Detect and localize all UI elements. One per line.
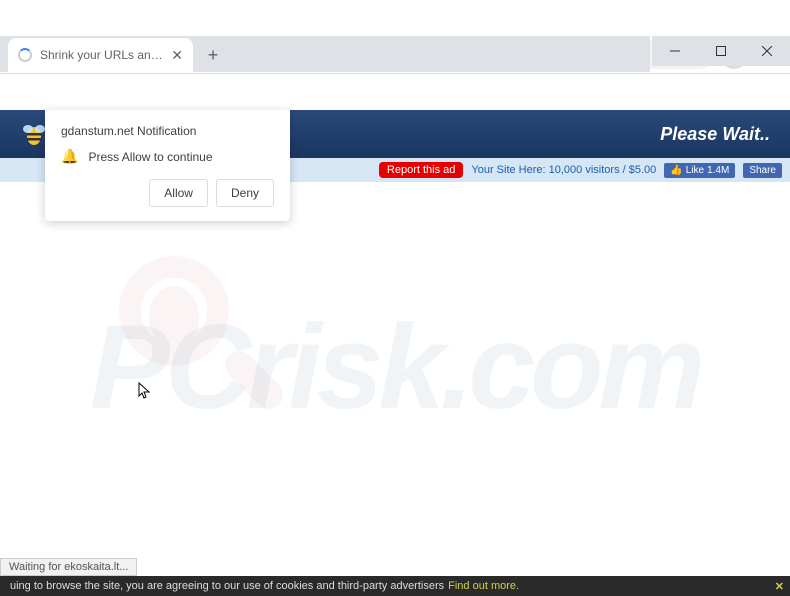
allow-button[interactable]: Allow: [149, 179, 208, 207]
cookie-text: uing to browse the site, you are agreein…: [10, 580, 444, 592]
tab-title: Shrink your URLs and get paid!: [40, 48, 165, 62]
new-tab-button[interactable]: +: [199, 41, 227, 69]
maximize-button[interactable]: [698, 36, 744, 66]
thumbs-up-icon: 👍: [670, 165, 682, 176]
minimize-button[interactable]: [652, 36, 698, 66]
notification-title: gdanstum.net Notification: [61, 124, 274, 138]
cookie-consent-bar: uing to browse the site, you are agreein…: [0, 576, 790, 596]
browser-tab[interactable]: Shrink your URLs and get paid! ✕: [8, 38, 193, 72]
watermark-magnifier-icon: [119, 256, 299, 436]
notification-body-text: Press Allow to continue: [88, 150, 212, 164]
bell-icon: 🔔: [61, 148, 78, 165]
deny-button[interactable]: Deny: [216, 179, 274, 207]
window-controls: [652, 36, 790, 66]
close-window-button[interactable]: [744, 36, 790, 66]
tab-strip: Shrink your URLs and get paid! ✕ +: [0, 36, 650, 72]
your-site-here-link[interactable]: Your Site Here: 10,000 visitors / $5.00: [471, 164, 656, 176]
bee-logo-icon: [20, 120, 48, 148]
find-out-more-link[interactable]: Find out more.: [448, 580, 519, 592]
loading-spinner-icon: [18, 48, 32, 62]
please-wait-text: Please Wait..: [660, 124, 770, 145]
tab-close-icon[interactable]: ✕: [171, 47, 183, 64]
notification-permission-popup: gdanstum.net Notification 🔔 Press Allow …: [45, 110, 290, 221]
status-bar: Waiting for ekoskaita.lt...: [0, 558, 137, 576]
report-ad-button[interactable]: Report this ad: [379, 162, 463, 178]
fb-like-button[interactable]: 👍 Like 1.4M: [664, 163, 735, 178]
cookie-close-icon[interactable]: ✕: [775, 580, 784, 593]
fb-share-button[interactable]: Share: [743, 163, 782, 178]
